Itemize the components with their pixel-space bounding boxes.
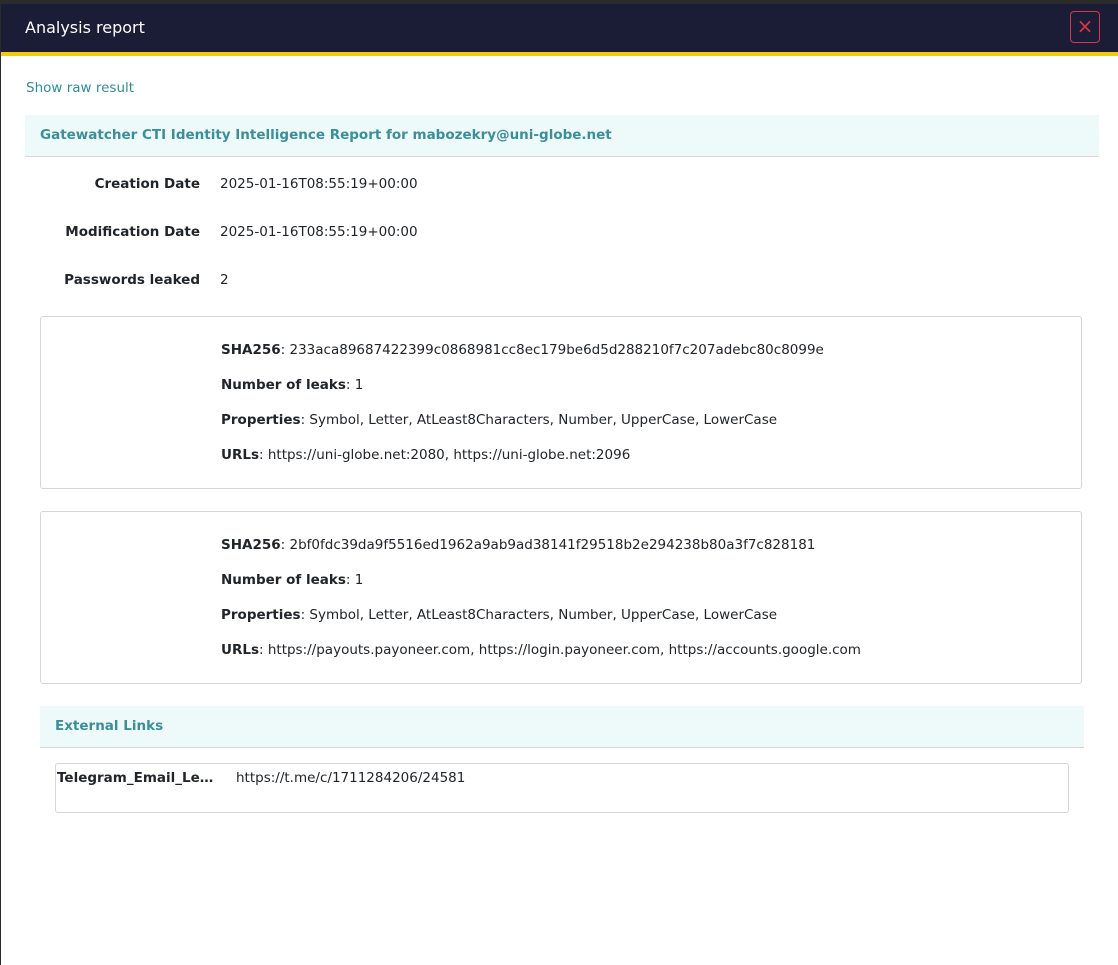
urls-line: URLs: https://payouts.payoneer.com, http… bbox=[221, 642, 861, 658]
modal-title: Analysis report bbox=[25, 18, 145, 37]
creation-date-row: Creation Date 2025-01-16T08:55:19+00:00 bbox=[25, 176, 1099, 200]
sha256-value: 2bf0fdc39da9f5516ed1962a9ab9ad38141f2951… bbox=[289, 537, 816, 553]
sha256-line: SHA256: 233aca89687422399c0868981cc8ec17… bbox=[221, 342, 824, 358]
sha256-value: 233aca89687422399c0868981cc8ec179be6d5d2… bbox=[289, 342, 824, 358]
leaks-line: Number of leaks: 1 bbox=[221, 572, 364, 588]
close-icon: × bbox=[1076, 14, 1094, 38]
creation-date-label: Creation Date bbox=[94, 176, 200, 192]
report-header: Gatewatcher CTI Identity Intelligence Re… bbox=[25, 115, 1099, 157]
external-link-name: Telegram_Email_Leak... bbox=[57, 770, 219, 786]
passwords-leaked-value: 2 bbox=[220, 272, 229, 288]
report-title: Gatewatcher CTI Identity Intelligence Re… bbox=[40, 127, 612, 143]
urls-value: https://uni-globe.net:2080, https://uni-… bbox=[267, 447, 631, 463]
external-links-title: External Links bbox=[55, 718, 164, 734]
external-link-url[interactable]: https://t.me/c/1711284206/24581 bbox=[236, 770, 465, 786]
creation-date-value: 2025-01-16T08:55:19+00:00 bbox=[220, 176, 418, 192]
password-card: SHA256: 2bf0fdc39da9f5516ed1962a9ab9ad38… bbox=[40, 511, 1082, 684]
properties-line: Properties: Symbol, Letter, AtLeast8Char… bbox=[221, 607, 778, 623]
urls-line: URLs: https://uni-globe.net:2080, https:… bbox=[221, 447, 631, 463]
properties-value: Symbol, Letter, AtLeast8Characters, Numb… bbox=[309, 607, 778, 623]
modification-date-label: Modification Date bbox=[65, 224, 200, 240]
leaks-line: Number of leaks: 1 bbox=[221, 377, 364, 393]
passwords-leaked-row: Passwords leaked 2 bbox=[25, 272, 1099, 296]
modification-date-value: 2025-01-16T08:55:19+00:00 bbox=[220, 224, 418, 240]
modification-date-row: Modification Date 2025-01-16T08:55:19+00… bbox=[25, 224, 1099, 248]
external-links-header: External Links bbox=[40, 706, 1084, 748]
passwords-leaked-label: Passwords leaked bbox=[64, 272, 200, 288]
properties-line: Properties: Symbol, Letter, AtLeast8Char… bbox=[221, 412, 778, 428]
show-raw-result-link[interactable]: Show raw result bbox=[26, 80, 134, 96]
properties-value: Symbol, Letter, AtLeast8Characters, Numb… bbox=[309, 412, 778, 428]
leaks-value: 1 bbox=[354, 377, 364, 393]
close-button[interactable]: × bbox=[1070, 11, 1100, 43]
modal-header: Analysis report × bbox=[1, 4, 1118, 56]
external-link-row: Telegram_Email_Leak... https://t.me/c/17… bbox=[55, 763, 1069, 813]
sha256-line: SHA256: 2bf0fdc39da9f5516ed1962a9ab9ad38… bbox=[221, 537, 816, 553]
analysis-report-modal: Analysis report × Show raw result Gatewa… bbox=[1, 4, 1118, 965]
leaks-value: 1 bbox=[354, 572, 364, 588]
password-card: SHA256: 233aca89687422399c0868981cc8ec17… bbox=[40, 316, 1082, 489]
urls-value: https://payouts.payoneer.com, https://lo… bbox=[267, 642, 861, 658]
